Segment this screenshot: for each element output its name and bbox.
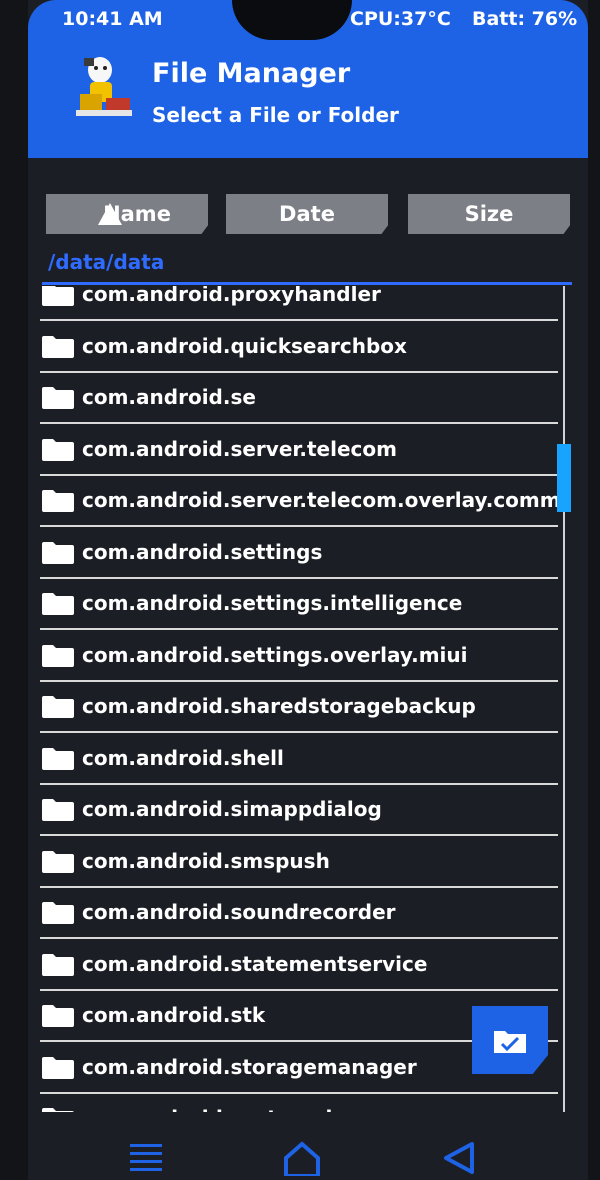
- folder-icon: [42, 644, 74, 667]
- file-name: com.android.stk: [82, 1003, 266, 1027]
- file-list-item[interactable]: com.android.smspush: [36, 837, 560, 888]
- sort-size-label: Size: [464, 202, 514, 226]
- back-icon[interactable]: [440, 1140, 476, 1176]
- file-list[interactable]: com.android.proxyhandler com.android.quic…: [36, 286, 560, 1112]
- file-list-item[interactable]: com.android.settings.intelligence: [36, 579, 560, 630]
- folder-icon: [42, 850, 74, 873]
- file-list-item[interactable]: com.android.statementservice: [36, 940, 560, 991]
- folder-icon: [42, 438, 74, 461]
- folder-icon: [42, 541, 74, 564]
- file-list-item[interactable]: com.android.proxyhandler: [36, 286, 560, 321]
- file-name: com.android.server.telecom: [82, 436, 397, 461]
- file-name: com.android.settings.overlay.miui: [82, 642, 468, 667]
- file-list-item[interactable]: com.android.server.telecom.overlay.commo…: [36, 476, 560, 527]
- file-list-item[interactable]: com.android.settings: [36, 528, 560, 579]
- sort-date-label: Date: [279, 202, 335, 226]
- status-time: 10:41 AM: [62, 8, 163, 30]
- file-name: com.android.shell: [82, 745, 284, 770]
- file-name: com.android.soundrecorder: [82, 900, 396, 924]
- folder-icon: [42, 387, 74, 409]
- file-name: com.android.smspush: [82, 848, 330, 873]
- file-name: com.android.storagemanager: [82, 1054, 417, 1079]
- folder-icon: [42, 335, 74, 358]
- file-list-item[interactable]: com.android.sharedstoragebackup: [36, 682, 560, 733]
- folder-icon: [42, 799, 74, 821]
- file-name: com.android.settings: [82, 539, 323, 564]
- file-name: com.android.systemui: [82, 1106, 332, 1112]
- sort-bar: Name Date Size: [0, 194, 600, 236]
- sort-by-date-button[interactable]: Date: [226, 194, 388, 234]
- path-divider: [42, 282, 572, 285]
- current-path: /data/data: [48, 250, 165, 274]
- phone-frame: File Manager Select a File or Folder 10:…: [0, 0, 600, 1180]
- folder-icon: [42, 1005, 74, 1027]
- folder-icon: [42, 1108, 74, 1112]
- system-nav-bar: [0, 1120, 600, 1180]
- file-list-item[interactable]: com.android.shell: [36, 734, 560, 785]
- folder-check-icon: [494, 1031, 526, 1053]
- home-icon[interactable]: [282, 1140, 322, 1176]
- file-name: com.android.simappdialog: [82, 797, 382, 821]
- folder-icon: [42, 747, 74, 770]
- file-list-item[interactable]: com.android.quicksearchbox: [36, 322, 560, 373]
- select-folder-button[interactable]: [472, 1006, 548, 1074]
- file-list-item[interactable]: com.android.se: [36, 373, 560, 424]
- folder-icon: [42, 286, 74, 306]
- menu-icon[interactable]: [128, 1140, 164, 1174]
- twrp-logo-icon: [76, 57, 132, 116]
- page-subtitle: Select a File or Folder: [152, 103, 399, 127]
- file-name: com.android.quicksearchbox: [82, 333, 407, 358]
- sort-by-size-button[interactable]: Size: [408, 194, 570, 234]
- file-name: com.android.sharedstoragebackup: [82, 694, 476, 718]
- status-battery: Batt: 76%: [472, 8, 578, 30]
- file-name: com.android.server.telecom.overlay.commo…: [82, 488, 560, 512]
- folder-icon: [42, 696, 74, 718]
- file-list-item[interactable]: com.android.soundrecorder: [36, 888, 560, 939]
- status-cpu-temp: CPU:37°C: [350, 8, 451, 30]
- file-list-item[interactable]: com.android.simappdialog: [36, 785, 560, 836]
- folder-icon: [42, 953, 74, 976]
- folder-icon: [42, 593, 74, 615]
- scrollbar-track[interactable]: [563, 286, 565, 1112]
- file-name: com.android.proxyhandler: [82, 286, 381, 306]
- file-name: com.android.settings.intelligence: [82, 591, 463, 615]
- folder-icon: [42, 490, 74, 512]
- sort-by-name-button[interactable]: Name: [46, 194, 208, 234]
- folder-icon: [42, 902, 74, 924]
- sort-ascending-icon: [98, 203, 122, 225]
- file-name: com.android.statementservice: [82, 951, 428, 976]
- file-list-item[interactable]: com.android.systemui: [36, 1094, 560, 1112]
- folder-icon: [42, 1056, 74, 1079]
- scrollbar-thumb[interactable]: [557, 444, 571, 512]
- page-title: File Manager: [152, 58, 351, 89]
- file-name: com.android.se: [82, 385, 256, 409]
- file-list-item[interactable]: com.android.settings.overlay.miui: [36, 631, 560, 682]
- file-list-item[interactable]: com.android.server.telecom: [36, 425, 560, 476]
